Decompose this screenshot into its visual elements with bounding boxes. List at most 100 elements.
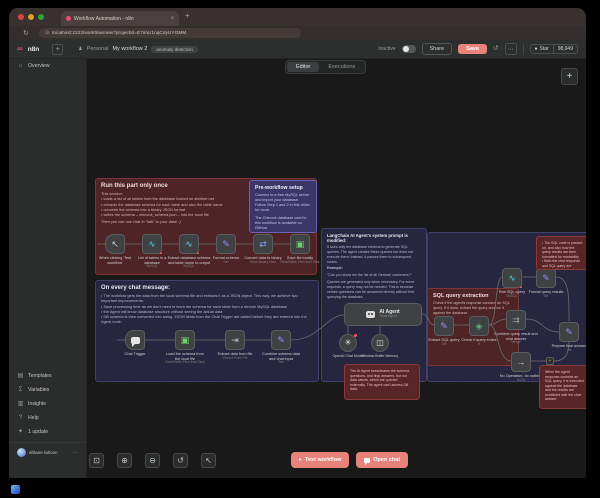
editor-tabs: Editor Executions <box>285 60 366 74</box>
taskbar-app-icon[interactable] <box>11 485 20 494</box>
node-format-query-results[interactable]: ✎ Format query results Set <box>524 268 568 299</box>
error-indicator <box>354 334 357 337</box>
user-more-icon[interactable]: ⋯ <box>73 450 78 456</box>
undo-button[interactable]: ↺ <box>173 453 188 468</box>
pointer-mode-button[interactable]: ↖ <box>201 453 216 468</box>
workflow-tag[interactable]: anomaly detection <box>151 46 198 53</box>
home-icon: ⌂ <box>17 63 24 69</box>
open-chat-button[interactable]: Open chat <box>356 452 408 468</box>
node-label: Window Buffer Memory <box>362 354 398 358</box>
test-workflow-label: Test workflow <box>305 457 341 463</box>
sidebar-bottom: ▤ Templates Σ Variables ▥ Insights ? Hel… <box>9 369 86 462</box>
window-controls <box>18 14 44 20</box>
node-ai-agent[interactable]: AI Agent Tools Agent <box>344 303 422 326</box>
sidebar-item-insights[interactable]: ▥ Insights <box>9 397 86 411</box>
node-combine-result-answer[interactable]: ⇉ Combine query result and chat answer M… <box>494 310 538 345</box>
node-subtitle: Set <box>442 343 447 347</box>
node-subtitle: MySQL <box>184 265 195 269</box>
variables-icon: Σ <box>17 387 24 393</box>
user-name: ahlane lahcen <box>29 450 70 455</box>
test-workflow-button[interactable]: ▸ Test workflow <box>291 452 349 468</box>
add-node-inline-button[interactable]: + <box>546 357 554 365</box>
node-subtitle: If <box>478 343 480 347</box>
node-prepare-final-answer[interactable]: ✎ Prepare final answer Set <box>547 322 586 353</box>
help-icon: ? <box>17 415 24 421</box>
header-actions: Inactive Share Save ↺ ⋯ ●Star 98,949 <box>378 43 578 55</box>
more-menu-button[interactable]: ⋯ <box>505 43 517 55</box>
node-chat-trigger[interactable]: Chat Trigger <box>113 330 157 357</box>
canvas-controls: ⊡ ⊕ ⊖ ↺ ↖ <box>89 453 216 468</box>
mysql-icon: ∿ <box>508 274 516 283</box>
address-bar[interactable]: ⊙ localhost:2222/workflow/new?projectId=… <box>39 28 301 38</box>
node-load-schema[interactable]: ▣ Load the schema from the local file Re… <box>163 330 207 365</box>
sidebar-item-overview[interactable]: ⌂ Overview <box>9 59 86 73</box>
node-extract-file[interactable]: ⇥ Extract data from file Extract From Fi… <box>213 330 257 361</box>
zoom-in-button[interactable]: ⊕ <box>117 453 132 468</box>
active-toggle[interactable] <box>402 45 416 53</box>
sidebar-item-variables[interactable]: Σ Variables <box>9 383 86 397</box>
breadcrumb-project[interactable]: Personal <box>87 46 109 52</box>
node-no-operation[interactable]: → No Operation, do nothing NoOp <box>499 352 543 383</box>
node-subtitle: Set <box>224 261 229 265</box>
breadcrumb: ♟ Personal My workflow 2 anomaly detecti… <box>78 46 198 53</box>
tab-editor[interactable]: Editor <box>287 62 319 72</box>
minimize-window-button[interactable] <box>28 14 34 20</box>
workflow-canvas[interactable]: Editor Executions + Run this part only o… <box>87 59 586 478</box>
site-info-icon[interactable]: ⊙ <box>45 31 49 36</box>
browser-url-bar: ↻ ⊙ localhost:2222/workflow/new?projectI… <box>9 26 586 40</box>
share-button[interactable]: Share <box>422 43 453 55</box>
add-node-button[interactable]: + <box>561 68 578 85</box>
reload-icon[interactable]: ↻ <box>23 30 29 37</box>
toggle-knob <box>403 46 409 52</box>
tab-favicon <box>66 16 71 21</box>
history-icon[interactable]: ↺ <box>493 46 498 53</box>
sticky-note-top-right[interactable]: • The SQL code is passed on, and also ho… <box>536 236 586 270</box>
zoom-out-button[interactable]: ⊖ <box>145 453 160 468</box>
fit-view-button[interactable]: ⊡ <box>89 453 104 468</box>
tab-close-icon[interactable]: × <box>170 16 174 22</box>
person-icon: ♟ <box>78 46 82 52</box>
arrow-icon: → <box>517 358 526 367</box>
warning-icon: ▲ <box>159 251 163 255</box>
panel-toggle-button[interactable]: + <box>52 44 63 55</box>
node-window-buffer-memory[interactable]: ◫ Window Buffer Memory <box>360 334 400 358</box>
tab-executions[interactable]: Executions <box>319 62 364 72</box>
edit-fields-icon: ✎ <box>565 328 573 337</box>
browser-tab[interactable]: Workflow Automation - n8n × <box>61 11 179 26</box>
node-save-file[interactable]: ▣ Save file locally Read/Write Files fro… <box>278 234 322 265</box>
github-star-count: 98,949 <box>553 45 577 53</box>
node-check-query-exists[interactable]: ◈ Check if query exists If <box>459 316 499 347</box>
warning-icon: ▲ <box>196 251 200 255</box>
sticky-note-agent-warning[interactable]: The AI Agent sees/shares the schema, que… <box>344 364 420 400</box>
canvas-actions: ▸ Test workflow Open chat <box>291 452 408 468</box>
node-extract-sql-query[interactable]: ✎ Extract SQL query Set <box>424 316 464 347</box>
maximize-window-button[interactable] <box>38 14 44 20</box>
workflow-name[interactable]: My workflow 2 <box>112 46 147 52</box>
sidebar: ⌂ Overview ▤ Templates Σ Variables ▥ Ins… <box>9 59 87 478</box>
save-button[interactable]: Save <box>458 44 487 54</box>
node-subtitle: MySQL <box>507 295 518 299</box>
edit-fields-icon: ✎ <box>222 240 230 249</box>
note-text: When the agent response contains an SQL … <box>545 370 584 402</box>
sidebar-item-help[interactable]: ? Help <box>9 411 86 425</box>
node-subtitle: Read/Write Files from Disk <box>280 261 319 265</box>
edit-fields-icon: ✎ <box>277 336 285 345</box>
sidebar-item-label: Help <box>28 415 39 421</box>
close-window-button[interactable] <box>18 14 24 20</box>
github-star-widget[interactable]: ●Star 98,949 <box>530 44 579 54</box>
flask-icon: ▸ <box>299 457 302 463</box>
node-combine-schema-chat[interactable]: ✎ Combine schema data and chat input Set <box>259 330 303 365</box>
sidebar-item-templates[interactable]: ▤ Templates <box>9 369 86 383</box>
status-label: Inactive <box>378 46 395 52</box>
binary-icon: ⇄ <box>259 240 267 249</box>
new-tab-button[interactable]: + <box>185 12 190 20</box>
node-subtitle: Read/Write Files from Disk <box>165 361 204 365</box>
merge-icon: ⇉ <box>512 316 520 325</box>
sticky-note-bottom-right[interactable]: When the agent response contains an SQL … <box>539 365 586 409</box>
tab-title: Workflow Automation - n8n <box>74 16 167 22</box>
user-menu[interactable]: ahlane lahcen ⋯ <box>9 442 86 462</box>
open-chat-label: Open chat <box>373 457 400 463</box>
browser-window: Workflow Automation - n8n × + ↻ ⊙ localh… <box>9 8 586 478</box>
edit-fields-icon: ✎ <box>440 322 448 331</box>
sidebar-item-updates[interactable]: ✦ 1 update <box>9 425 86 439</box>
